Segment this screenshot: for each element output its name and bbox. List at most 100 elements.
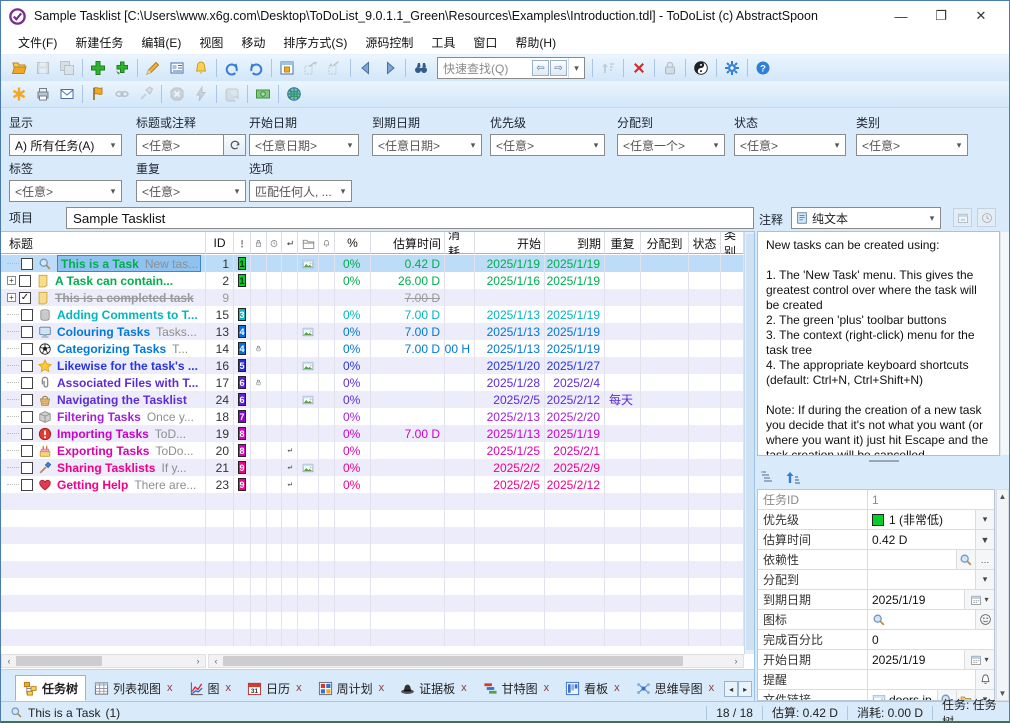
view-tab-item[interactable]: 周计划x xyxy=(310,675,393,701)
attribute-value[interactable]: 2025/1/19 xyxy=(872,653,925,667)
task-row[interactable]: Getting HelpThere are...2390%2025/2/5202… xyxy=(1,476,744,493)
attribute-list-icon[interactable] xyxy=(759,469,775,485)
find-tasks-icon[interactable] xyxy=(409,57,433,79)
calendar-icon[interactable]: ▾ xyxy=(964,590,994,609)
filter-select[interactable]: <任意一个>▾ xyxy=(617,134,725,156)
notes-splitter[interactable] xyxy=(755,457,1010,465)
task-title-cell[interactable]: Getting HelpThere are... xyxy=(1,476,206,493)
toggle-theme-icon[interactable] xyxy=(689,57,713,79)
task-row[interactable]: Colouring TasksTasks...1340%7.00 D2025/1… xyxy=(1,323,744,340)
column-header[interactable]: 估算时间 xyxy=(371,232,445,254)
task-title-cell[interactable]: This is a TaskNew tas... xyxy=(1,255,206,272)
tab-close-icon[interactable]: x xyxy=(544,682,550,694)
task-title-cell[interactable]: Categorizing TasksT... xyxy=(1,340,206,357)
task-row[interactable]: This is a TaskNew tas...110%0.42 D2025/1… xyxy=(1,255,744,272)
help-icon[interactable]: ? xyxy=(751,57,775,79)
task-checkbox[interactable] xyxy=(21,428,33,440)
column-header[interactable]: 消耗 xyxy=(445,232,475,254)
filter-select[interactable]: 匹配任何人, ...▾ xyxy=(249,180,352,202)
task-row[interactable]: Likewise for the task's ...1650%2025/1/2… xyxy=(1,357,744,374)
lock-col-icon[interactable] xyxy=(251,232,267,254)
column-header[interactable]: 到期 xyxy=(545,232,605,254)
task-title-cell[interactable]: +✓This is a completed task xyxy=(1,289,206,306)
menu-item[interactable]: 帮助(H) xyxy=(506,31,565,54)
save-all-icon[interactable] xyxy=(55,57,79,79)
task-row[interactable]: Associated Files with T...1760%2025/1/28… xyxy=(1,374,744,391)
menu-item[interactable]: 排序方式(S) xyxy=(274,31,356,54)
table-vertical-scrollbar[interactable] xyxy=(744,232,754,654)
filter-select[interactable]: <任意>▾ xyxy=(136,180,246,202)
task-comments-text[interactable]: New tasks can be created using: 1. The '… xyxy=(757,231,1000,456)
attribute-value[interactable]: 0.42 D xyxy=(872,533,907,547)
task-title-cell[interactable]: Navigating the Tasklist xyxy=(1,391,206,408)
view-tab-item[interactable]: 证据板x xyxy=(392,675,475,701)
undo-icon[interactable] xyxy=(220,57,244,79)
task-title-cell[interactable]: Adding Comments to T... xyxy=(1,306,206,323)
task-title-cell[interactable]: Likewise for the task's ... xyxy=(1,357,206,374)
column-header[interactable]: ID xyxy=(206,232,234,254)
task-row[interactable]: +✓This is a completed task97.00 D xyxy=(1,289,744,306)
close-button[interactable]: ✕ xyxy=(961,3,1001,29)
prev-task-icon[interactable] xyxy=(354,57,378,79)
task-row[interactable]: Navigating the Tasklist2460%2025/2/52025… xyxy=(1,391,744,408)
sort-icon[interactable] xyxy=(596,57,620,79)
cleanup-icon[interactable] xyxy=(134,83,158,105)
delete-task-icon[interactable] xyxy=(627,57,651,79)
email-icon[interactable] xyxy=(55,83,79,105)
task-row[interactable]: Categorizing TasksT...1440%7.00 D0.00 H2… xyxy=(1,340,744,357)
card-icon[interactable] xyxy=(165,57,189,79)
web-icon[interactable] xyxy=(282,83,306,105)
scroll-icon[interactable] xyxy=(220,83,244,105)
tab-close-icon[interactable]: x xyxy=(226,682,232,694)
attribute-value[interactable]: doors.jp xyxy=(889,693,932,702)
ellipsis-button[interactable]: … xyxy=(975,550,994,569)
smiley-icon[interactable] xyxy=(975,610,994,629)
maximize-button[interactable]: ❐ xyxy=(921,3,961,29)
expand-tasks-icon[interactable] xyxy=(299,57,323,79)
attribute-value[interactable]: 1 xyxy=(872,493,879,507)
task-checkbox[interactable] xyxy=(21,343,33,355)
task-checkbox[interactable] xyxy=(21,394,33,406)
comments-date-button[interactable] xyxy=(953,208,972,227)
open-folder-icon[interactable] xyxy=(7,57,31,79)
tab-close-icon[interactable]: x xyxy=(379,682,385,694)
task-row[interactable]: +A Task can contain...210%26.00 D2025/1/… xyxy=(1,272,744,289)
find-prev-icon[interactable]: ⇦ xyxy=(532,60,549,76)
scroll-left-icon[interactable]: ‹ xyxy=(209,656,223,666)
menu-item[interactable]: 源码控制 xyxy=(356,31,422,54)
column-header[interactable]: 类别 xyxy=(721,232,744,254)
tab-close-icon[interactable]: x xyxy=(461,682,467,694)
task-title-cell[interactable]: Exporting TasksToDo... xyxy=(1,442,206,459)
task-row[interactable]: Exporting TasksToDo...2080%2025/1/252025… xyxy=(1,442,744,459)
attribute-value[interactable]: 1 (非常低) xyxy=(889,511,943,528)
tree-horizontal-scrollbar[interactable]: ‹› xyxy=(1,654,206,668)
print-icon[interactable] xyxy=(31,83,55,105)
task-checkbox[interactable] xyxy=(19,275,31,287)
menu-item[interactable]: 工具 xyxy=(422,31,464,54)
tab-scroll-right-icon[interactable]: ▸ xyxy=(738,681,752,697)
preferences-gear-icon[interactable] xyxy=(720,57,744,79)
find-next-icon[interactable]: ⇨ xyxy=(550,60,567,76)
task-checkbox[interactable] xyxy=(21,479,33,491)
filter-select[interactable]: <任意日期>▾ xyxy=(372,134,482,156)
view-tab-item[interactable]: 31日历x xyxy=(239,675,310,701)
task-checkbox[interactable] xyxy=(21,411,33,423)
scroll-right-icon[interactable]: › xyxy=(191,656,205,666)
filter-select[interactable]: <任意>▾ xyxy=(9,180,122,202)
spur-icon[interactable] xyxy=(7,83,31,105)
tab-scroll-left-icon[interactable]: ◂ xyxy=(724,681,738,697)
task-checkbox[interactable] xyxy=(21,258,33,270)
priority-col-icon[interactable] xyxy=(234,232,251,254)
view-tab-active[interactable]: 任务树 xyxy=(15,675,86,701)
task-title-cell[interactable]: Importing TasksToD... xyxy=(1,425,206,442)
task-row[interactable]: Sharing TasklistsIf y...2190%2025/2/2202… xyxy=(1,459,744,476)
task-title-cell[interactable]: Associated Files with T... xyxy=(1,374,206,391)
tab-close-icon[interactable]: x xyxy=(614,682,620,694)
next-task-icon[interactable] xyxy=(378,57,402,79)
project-input[interactable] xyxy=(66,207,754,229)
view-tab-item[interactable]: 看板x xyxy=(557,675,628,701)
column-header[interactable]: 开始 xyxy=(475,232,545,254)
menu-item[interactable]: 视图 xyxy=(190,31,232,54)
attribute-value[interactable]: 2025/1/19 xyxy=(872,593,925,607)
task-row[interactable]: Adding Comments to T...1530%7.00 D2025/1… xyxy=(1,306,744,323)
